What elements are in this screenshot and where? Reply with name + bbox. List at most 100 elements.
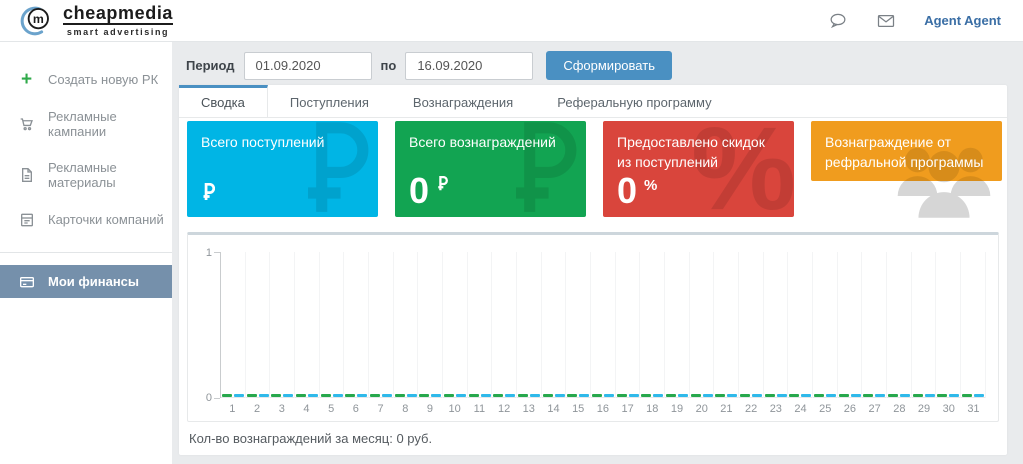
x-axis-tick-label: 9 xyxy=(418,403,443,415)
chart-bar-series-1 xyxy=(469,394,479,397)
chart-bar-series-2 xyxy=(974,394,984,397)
chart-bar-series-2 xyxy=(456,394,466,397)
chart-day-column xyxy=(887,252,912,398)
period-from-input[interactable] xyxy=(244,52,372,80)
chart-bars xyxy=(838,394,862,397)
chart-bars xyxy=(616,394,640,397)
sidebar-item-company-cards[interactable]: Карточки компаний xyxy=(0,203,172,236)
chart-bar-series-1 xyxy=(641,394,651,397)
sidebar-item-label: Карточки компаний xyxy=(48,212,164,227)
x-axis-tick-label: 13 xyxy=(516,403,541,415)
x-axis-tick-label: 1 xyxy=(220,403,245,415)
chart-bars xyxy=(739,394,763,397)
chat-icon[interactable] xyxy=(828,11,848,31)
stat-cards-row: Всего поступленийВсего вознаграждений0Пр… xyxy=(187,121,1002,217)
chart-day-column xyxy=(394,252,419,398)
brand-logo[interactable]: m cheapmedia smart advertising xyxy=(16,3,173,39)
brand-tagline: smart advertising xyxy=(67,27,169,37)
chart-bar-series-2 xyxy=(505,394,515,397)
period-to-input[interactable] xyxy=(405,52,533,80)
chart-bar-series-2 xyxy=(801,394,811,397)
user-menu-link[interactable]: Agent Agent xyxy=(924,13,1001,28)
chart-bars xyxy=(443,394,467,397)
generate-report-button[interactable]: Сформировать xyxy=(546,51,672,80)
x-axis-tick-label: 2 xyxy=(245,403,270,415)
chart-bar-series-2 xyxy=(333,394,343,397)
chart-bars xyxy=(320,394,344,397)
chart-plot xyxy=(220,252,986,398)
chart-bar-series-1 xyxy=(296,394,306,397)
chart-bar-series-1 xyxy=(543,394,553,397)
sidebar-item-finances[interactable]: Мои финансы xyxy=(0,265,172,298)
chart-bar-series-1 xyxy=(444,394,454,397)
chart-bar-series-2 xyxy=(530,394,540,397)
tab-referral[interactable]: Реферальную программу xyxy=(535,85,733,117)
chart-bar-series-2 xyxy=(357,394,367,397)
chart-bars xyxy=(394,394,418,397)
tab-incomes[interactable]: Поступления xyxy=(268,85,391,117)
chart-day-column xyxy=(344,252,369,398)
ruble-sign-icon xyxy=(201,183,215,201)
chart-day-column xyxy=(665,252,690,398)
chart-bar-series-1 xyxy=(370,394,380,397)
chart-bar-series-2 xyxy=(826,394,836,397)
tab-rewards[interactable]: Вознаграждения xyxy=(391,85,535,117)
chart-bar-series-2 xyxy=(555,394,565,397)
sidebar-item-create-campaign[interactable]: + Создать новую РК xyxy=(0,63,172,96)
chart-bars xyxy=(714,394,738,397)
card-title: Всего вознаграждений xyxy=(409,133,572,153)
chart-bar-series-2 xyxy=(900,394,910,397)
x-axis-tick-label: 5 xyxy=(319,403,344,415)
chart-bar-series-2 xyxy=(431,394,441,397)
chart-bar-series-1 xyxy=(518,394,528,397)
cart-icon xyxy=(18,116,35,133)
page: { "theme": { "accent": "#4a90c2", "page_… xyxy=(0,0,1023,464)
chart-bars xyxy=(418,394,442,397)
chart-bar-series-2 xyxy=(875,394,885,397)
chart-bar-series-1 xyxy=(765,394,775,397)
chart-day-column xyxy=(492,252,517,398)
sidebar-item-label: Создать новую РК xyxy=(48,72,158,87)
period-label: Период xyxy=(186,58,235,73)
chart-bars xyxy=(640,394,664,397)
chart-bars xyxy=(369,394,393,397)
chart-bars xyxy=(566,394,590,397)
x-axis-tick-label: 10 xyxy=(442,403,467,415)
x-axis-tick-label: 11 xyxy=(467,403,492,415)
card-value: 0% xyxy=(617,175,657,207)
chart-bar-series-2 xyxy=(752,394,762,397)
ruble-sign-icon xyxy=(436,176,448,191)
chart-bar-series-2 xyxy=(259,394,269,397)
x-axis-tick-label: 12 xyxy=(492,403,517,415)
chart-day-column xyxy=(369,252,394,398)
chart-bar-series-2 xyxy=(481,394,491,397)
plus-icon: + xyxy=(18,71,35,88)
chart-bars xyxy=(912,394,936,397)
sidebar-divider xyxy=(0,252,172,253)
chart-day-column xyxy=(246,252,271,398)
chart-day-column xyxy=(739,252,764,398)
sidebar-item-materials[interactable]: Рекламные материалы xyxy=(0,152,172,198)
mail-icon[interactable] xyxy=(876,11,896,31)
chart-bars xyxy=(221,394,245,397)
chart-bar-series-1 xyxy=(493,394,503,397)
chart-bars xyxy=(591,394,615,397)
x-axis-tick-label: 25 xyxy=(813,403,838,415)
chart-day-column xyxy=(270,252,295,398)
x-axis-tick-label: 14 xyxy=(541,403,566,415)
chart-day-column xyxy=(221,252,246,398)
x-axis-tick-label: 26 xyxy=(838,403,863,415)
chart-bars xyxy=(764,394,788,397)
y-axis-tick-label-max: 1 xyxy=(194,247,212,259)
chart-bar-series-2 xyxy=(727,394,737,397)
chart-bar-series-1 xyxy=(789,394,799,397)
tabs-bar: СводкаПоступленияВознагражденияРеферальн… xyxy=(179,85,1007,118)
sidebar-item-campaigns[interactable]: Рекламные кампании xyxy=(0,101,172,147)
credit-card-icon xyxy=(18,273,35,290)
chart-bars xyxy=(665,394,689,397)
x-axis-tick-label: 28 xyxy=(887,403,912,415)
chart-bar-series-2 xyxy=(925,394,935,397)
monthly-rewards-note: Кол-во вознаграждений за месяц: 0 руб. xyxy=(189,431,432,446)
tab-summary[interactable]: Сводка xyxy=(179,85,268,117)
svg-text:m: m xyxy=(33,12,44,26)
